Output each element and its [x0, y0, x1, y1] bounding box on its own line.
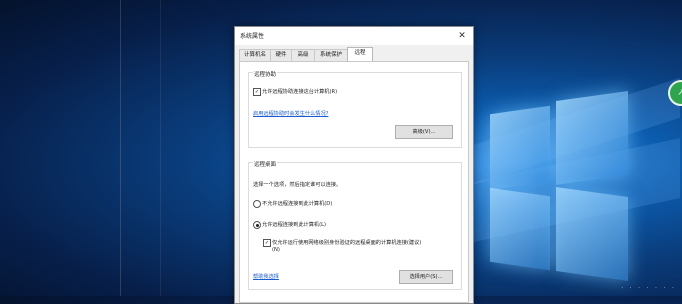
tab-remote[interactable]: 远程 — [347, 47, 373, 62]
gauge-icon: ↗ — [677, 88, 682, 98]
window-title: 系统属性 — [240, 33, 265, 40]
floating-widget[interactable]: ↗ — [668, 80, 682, 106]
advanced-button[interactable]: 高级(V)... — [395, 125, 453, 139]
windows-logo — [470, 90, 640, 292]
tab-computer-name[interactable]: 计算机名 — [239, 49, 271, 61]
allow-remote-assistance-label[interactable]: 允许远程协助连接这台计算机(R) — [262, 88, 337, 95]
remote-desktop-instruction: 选择一个选项，然后指定谁可以连接。 — [253, 182, 342, 188]
tab-system-protection[interactable]: 系统保护 — [314, 49, 348, 61]
allow-remote-radio[interactable] — [253, 221, 261, 229]
remote-assistance-help-link[interactable]: 启用远程协助时会发生什么情况? — [253, 110, 328, 117]
nla-label-suffix[interactable]: (N) — [272, 247, 280, 253]
remote-desktop-title: 远程桌面 — [253, 160, 278, 168]
allow-remote-assistance-checkbox[interactable]: ✓ — [253, 88, 261, 96]
tab-page-remote: 远程协助 ✓ 允许远程协助连接这台计算机(R) 启用远程协助时会发生什么情况? … — [239, 61, 469, 303]
help-me-choose-link[interactable]: 帮助我选择 — [253, 273, 279, 280]
select-users-button[interactable]: 选择用户(S)... — [399, 270, 453, 284]
watermark: · · · · · · · — [621, 284, 676, 292]
system-properties-dialog: 系统属性 ✕ 计算机名 硬件 高级 系统保护 远程 远程协助 ✓ 允许远程协助连… — [234, 26, 474, 304]
tab-hardware[interactable]: 硬件 — [270, 49, 292, 61]
nla-checkbox[interactable]: ✓ — [263, 239, 271, 247]
title-bar[interactable]: 系统属性 ✕ — [235, 27, 473, 45]
remote-assistance-group: 远程协助 ✓ 允许远程协助连接这台计算机(R) 启用远程协助时会发生什么情况? … — [248, 70, 462, 148]
allow-remote-label[interactable]: 允许远程连接到此计算机(L) — [262, 221, 326, 228]
close-button[interactable]: ✕ — [451, 27, 473, 45]
deny-remote-radio[interactable] — [253, 200, 261, 208]
nla-label[interactable]: 仅允许运行使用网络级别身份验证的远程桌面的计算机连接(建议) — [272, 239, 421, 246]
remote-assistance-title: 远程协助 — [253, 70, 278, 78]
tab-advanced[interactable]: 高级 — [291, 49, 315, 61]
remote-desktop-group: 远程桌面 选择一个选项，然后指定谁可以连接。 不允许远程连接到此计算机(D) 允… — [248, 160, 462, 290]
deny-remote-label[interactable]: 不允许远程连接到此计算机(D) — [262, 200, 332, 207]
